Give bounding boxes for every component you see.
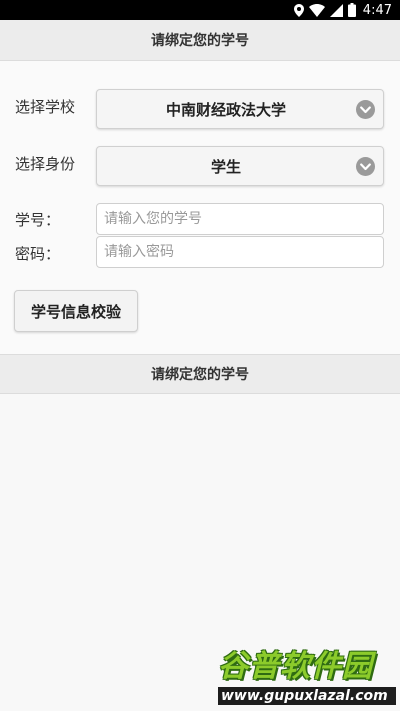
school-select[interactable]: 中南财经政法大学 — [96, 89, 384, 129]
password-label: 密码： — [15, 245, 61, 263]
bind-student-id-bar: 请绑定您的学号 — [0, 354, 400, 394]
status-bar: 4:47 — [0, 0, 400, 20]
status-time: 4:47 — [362, 2, 392, 18]
binding-form: 选择学校 中南财经政法大学 选择身份 学生 学号： 密码： 学号信息校验 — [0, 61, 400, 354]
bind-student-id-bar-title: 请绑定您的学号 — [151, 367, 249, 383]
verify-student-id-button[interactable]: 学号信息校验 — [14, 290, 138, 332]
app-screen: 4:47 请绑定您的学号 选择学校 中南财经政法大学 选择身份 学生 学号： 请… — [0, 0, 400, 711]
school-label: 选择学校 — [15, 98, 76, 116]
identity-select[interactable]: 学生 — [96, 146, 384, 186]
page-title-bar: 请绑定您的学号 — [0, 20, 400, 61]
chevron-down-icon — [356, 100, 375, 119]
watermark-title: 谷普软件园 — [218, 649, 373, 684]
battery-icon — [347, 3, 356, 17]
identity-select-value: 学生 — [210, 157, 241, 176]
watermark-logo: 谷普软件园 www.gupuxlazal.com — [218, 647, 396, 707]
signal-icon — [329, 3, 343, 17]
school-select-value: 中南财经政法大学 — [165, 100, 286, 119]
location-icon — [293, 3, 304, 17]
password-input[interactable] — [96, 236, 384, 268]
chevron-down-icon — [356, 157, 375, 176]
status-icons: 4:47 — [293, 2, 392, 18]
page-title: 请绑定您的学号 — [151, 33, 249, 49]
student-id-label: 学号： — [15, 211, 61, 229]
watermark-url: www.gupuxlazal.com — [218, 687, 396, 705]
identity-label: 选择身份 — [15, 155, 76, 173]
wifi-icon — [308, 3, 325, 17]
student-id-input[interactable] — [96, 203, 384, 235]
